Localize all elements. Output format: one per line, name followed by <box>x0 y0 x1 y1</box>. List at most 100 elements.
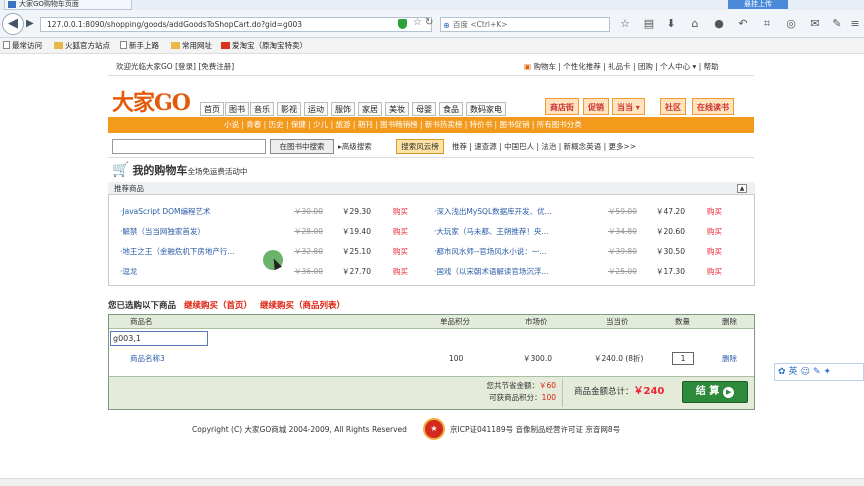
buy-link[interactable]: 购买 <box>393 262 408 282</box>
checkout-button[interactable]: 结 算 ▶ <box>682 381 748 403</box>
hot-links[interactable]: 推荐 | 速查源 | 中国巴人 | 法治 | 新概念英语 | 更多>> <box>452 139 636 154</box>
saved-amount: ￥60 <box>538 381 556 390</box>
library-icon[interactable]: ▤ <box>642 17 656 31</box>
top-links[interactable]: ▣ 购物车 | 个性化推荐 | 礼品卡 | 团购 | 个人中心 ▾ | 帮助 <box>524 58 719 76</box>
bookmark-getting-started[interactable]: 新手上路 <box>120 40 159 52</box>
welcome-text[interactable]: 欢迎光临大家GO [登录] [免费注册] <box>116 58 234 76</box>
bookmark-icon <box>3 41 10 49</box>
debug-input[interactable]: g003,1 <box>110 331 208 346</box>
list-item: ·JavaScript DOM编程艺术 ￥30.00 ￥29.30 购买 <box>120 202 420 222</box>
bookmark-common-sites[interactable]: 常用网址 <box>171 40 212 52</box>
nav-books[interactable]: 图书 <box>225 102 249 116</box>
extension-icon[interactable]: ✎ <box>830 17 844 31</box>
nav-clothing[interactable]: 服饰 <box>331 102 355 116</box>
continue-list-link[interactable]: 继续购买（商品列表） <box>260 301 345 311</box>
favorite-icon[interactable]: ☆ <box>618 17 632 31</box>
side-upload-button[interactable]: 悬挂上传 <box>728 0 788 9</box>
browser-search-input[interactable]: ⊕ 百度 <Ctrl+K> <box>440 17 610 32</box>
paw-icon[interactable]: ✿ <box>778 367 789 377</box>
back-icon[interactable]: ◀ <box>2 13 24 35</box>
ime-toolbar[interactable]: ✿英☺✎✦ <box>774 363 864 381</box>
icp-text: 京ICP证041189号 音像制品经营许可证 京音网8号 <box>450 425 621 434</box>
recommend-header: 推荐商品 <box>108 182 755 195</box>
book-search-button[interactable]: 在图书中搜索 <box>270 139 334 154</box>
browser-tab[interactable]: 大家GO购物车页面 <box>4 0 132 10</box>
hot-search-button[interactable]: 搜索风云榜 <box>396 139 444 154</box>
cart-icon: 🛒 <box>112 162 130 178</box>
ime-lang[interactable]: 英 <box>789 367 801 377</box>
nav-promo[interactable]: 促销 <box>583 98 609 115</box>
quantity-input[interactable]: 1 <box>672 352 694 365</box>
buy-link[interactable]: 购买 <box>393 222 408 242</box>
bookmark-star-icon[interactable]: ☆ <box>413 17 422 28</box>
download-icon[interactable]: ⬇ <box>664 17 678 31</box>
cart-table-header <box>109 315 754 329</box>
col-delete: 删除 <box>722 317 737 326</box>
buy-link[interactable]: 购买 <box>707 222 722 242</box>
delete-link[interactable]: 删除 <box>722 352 737 366</box>
sync-icon[interactable]: ◎ <box>784 17 798 31</box>
recommend-left: ·JavaScript DOM编程艺术 ￥30.00 ￥29.30 购买 ·解禁（当当… <box>120 202 420 282</box>
pen-icon[interactable]: ✎ <box>813 367 824 377</box>
nav-read-online[interactable]: 在线读书 <box>692 98 734 115</box>
list-item: ·都市风水师--官场风水小说：一... ￥39.80 ￥30.50 购买 <box>434 242 734 262</box>
savings-info: 您共节省金额：￥60 可获商品积分：100 <box>486 381 556 402</box>
search-icon: ⊕ <box>443 21 450 30</box>
divider <box>562 379 563 407</box>
nav-video[interactable]: 影视 <box>277 102 301 116</box>
chevron-down-icon: ▾ <box>633 103 640 112</box>
undo-icon[interactable]: ↶ <box>736 17 750 31</box>
nav-home[interactable]: 首页 <box>200 102 224 116</box>
page-icon <box>8 1 16 8</box>
nav-beauty[interactable]: 美妆 <box>385 102 409 116</box>
points-amount: 100 <box>541 393 556 402</box>
nav-music[interactable]: 音乐 <box>250 102 274 116</box>
cart-subtitle: 全场免运费活动中 <box>187 167 248 176</box>
menu-icon[interactable]: ≡ <box>848 17 862 31</box>
selected-heading: 您已选购以下商品 继续购买（首页） 继续购买（商品列表） <box>108 301 346 311</box>
url-bar[interactable]: 127.0.0.1:8090/shopping/goods/addGoodsTo… <box>40 17 432 32</box>
nav-sports[interactable]: 运动 <box>304 102 328 116</box>
cart-title: 🛒 我的购物车全场免运费活动中 <box>112 162 248 178</box>
status-bar <box>0 478 864 486</box>
home-icon[interactable]: ⌂ <box>688 17 702 31</box>
message-icon[interactable]: ✉ <box>808 17 822 31</box>
refresh-icon[interactable]: ↻ <box>425 17 433 28</box>
forward-icon[interactable]: ▶ <box>26 18 38 30</box>
folder-icon <box>171 42 180 49</box>
bookmark-aitaobao[interactable]: 爱淘宝（原淘宝特卖） <box>221 40 307 52</box>
list-item: ·解禁（当当网独家首发） ￥28.00 ￥19.40 购买 <box>120 222 420 242</box>
continue-home-link[interactable]: 继续购买（首页） <box>184 301 252 311</box>
shield-icon[interactable] <box>398 19 407 29</box>
nav-shop-street[interactable]: 商店街 <box>545 98 579 115</box>
nav-dangdang[interactable]: 当当 ▾ <box>612 98 645 115</box>
collapse-icon[interactable]: ▲ <box>737 184 747 193</box>
item-current-price: ￥240.0 (8折) <box>594 354 644 363</box>
emoji-icon[interactable]: ☺ <box>801 367 813 377</box>
site-logo[interactable]: 大家GO <box>112 85 191 117</box>
crop-icon[interactable]: ⌗ <box>760 17 774 31</box>
page-icon <box>120 41 127 49</box>
bookmark-most-visited[interactable]: 最常访问 <box>3 40 42 52</box>
nav-food[interactable]: 食品 <box>439 102 463 116</box>
col-market: 市场价 <box>525 317 548 326</box>
nav-home-living[interactable]: 家居 <box>358 102 382 116</box>
nav-baby[interactable]: 母婴 <box>412 102 436 116</box>
buy-link[interactable]: 购买 <box>707 262 722 282</box>
total-amount: 商品金额总计：￥240 <box>574 386 665 397</box>
buy-link[interactable]: 购买 <box>707 242 722 262</box>
site-search-input[interactable] <box>112 139 266 154</box>
nav-community[interactable]: 社区 <box>660 98 686 115</box>
category-links[interactable]: 小说 | 青春 | 历史 | 保健 | 少儿 | 旅游 | 期刊 | 图书畅销榜… <box>224 117 582 133</box>
nav-digital[interactable]: 数码家电 <box>466 102 506 116</box>
bookmark-firefox[interactable]: 火狐官方站点 <box>54 40 110 52</box>
buy-link[interactable]: 购买 <box>393 202 408 222</box>
chat-icon[interactable]: ● <box>712 17 726 31</box>
police-seal-icon: ★ <box>423 418 445 440</box>
advanced-search-link[interactable]: ▸高级搜索 <box>338 139 372 154</box>
item-name[interactable]: 商品名称3 <box>130 352 165 366</box>
buy-link[interactable]: 购买 <box>393 242 408 262</box>
settings-icon[interactable]: ✦ <box>824 367 835 377</box>
buy-link[interactable]: 购买 <box>707 202 722 222</box>
recommend-right: ·深入浅出MySQL数据库开发、优... ￥59.00 ￥47.20 购买 ·大玩家（… <box>434 202 734 282</box>
